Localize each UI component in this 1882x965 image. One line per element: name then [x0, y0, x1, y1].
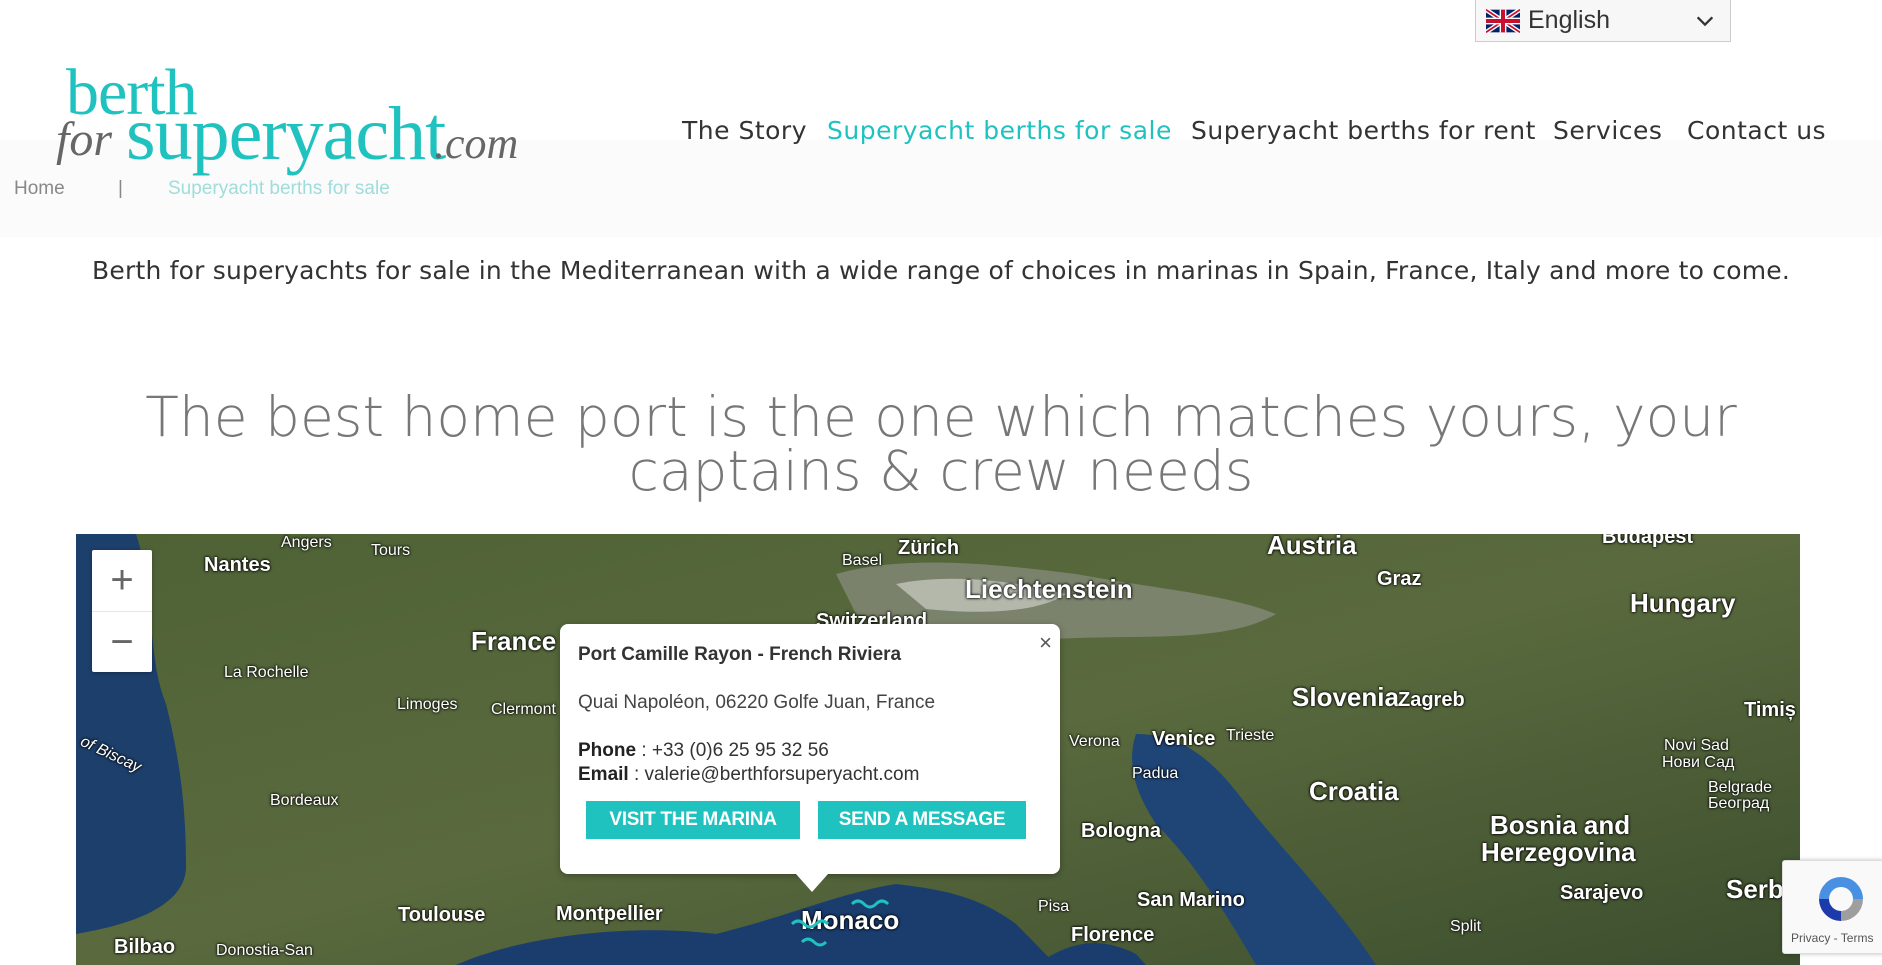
map-label-montpellier: Montpellier	[556, 903, 663, 925]
chevron-down-icon	[1696, 16, 1714, 27]
map-label-budapest: Budapest	[1602, 534, 1694, 548]
marina-marker-icon[interactable]	[782, 884, 922, 954]
map-label-la-rochelle: La Rochelle	[224, 664, 309, 681]
map-label-verona: Verona	[1069, 733, 1120, 750]
map-label-zagreb: Zagreb	[1398, 689, 1465, 711]
popup-title: Port Camille Rayon - French Riviera	[578, 644, 902, 665]
map-label-croatia: Croatia	[1309, 776, 1399, 806]
map-label-serb: Serb	[1726, 874, 1784, 904]
map-label-trieste: Trieste	[1226, 727, 1275, 744]
phone-value: : +33 (0)6 25 95 32 56	[636, 740, 829, 761]
popup-email: Email : valerie@berthforsuperyacht.com	[578, 764, 919, 786]
popup-address: Quai Napoléon, 06220 Golfe Juan, France	[578, 692, 936, 713]
map-label-nantes: Nantes	[204, 554, 271, 576]
map-label-zurich: Zürich	[898, 537, 960, 559]
email-value: : valerie@berthforsuperyacht.com	[628, 764, 920, 785]
map-label-donostia: Donostia-San	[216, 942, 313, 959]
map-label-herzegovina: Herzegovina	[1481, 837, 1636, 867]
logo-com: .com	[434, 119, 519, 168]
breadcrumb-current: Superyacht berths for sale	[168, 178, 390, 199]
uk-flag-icon	[1486, 8, 1520, 33]
map-label-novi-sad: Novi Sad	[1664, 737, 1729, 754]
map-label-austria: Austria	[1267, 534, 1357, 560]
map-label-pisa: Pisa	[1038, 898, 1070, 915]
phone-label: Phone	[578, 740, 637, 761]
logo-for: for	[56, 113, 113, 166]
nav-item-berths-for-rent[interactable]: Superyacht berths for rent	[1191, 116, 1536, 145]
map-label-padua: Padua	[1132, 765, 1179, 782]
zoom-in-button[interactable]: +	[92, 550, 152, 612]
close-icon[interactable]: ×	[1039, 630, 1052, 656]
map-label-liechtenstein: Liechtenstein	[965, 574, 1133, 604]
map-label-basel: Basel	[842, 552, 883, 569]
map-label-france: France	[471, 626, 557, 656]
zoom-out-button[interactable]: −	[92, 612, 152, 673]
map-label-venice: Venice	[1152, 728, 1216, 750]
map-label-bologna: Bologna	[1081, 820, 1161, 842]
language-selector[interactable]: English	[1475, 0, 1731, 42]
map-label-sarajevo: Sarajevo	[1560, 882, 1644, 904]
map-label-belgrade-cyrillic: Београд	[1708, 795, 1770, 812]
map-label-timis: Timiș	[1744, 699, 1796, 721]
nav-item-services[interactable]: Services	[1553, 116, 1662, 145]
logo-superyacht: superyacht	[126, 92, 446, 176]
map-label-florence: Florence	[1071, 924, 1155, 946]
map-label-clermont: Clermont	[491, 701, 556, 718]
map-label-hungary: Hungary	[1630, 588, 1736, 618]
nav-item-contact-us[interactable]: Contact us	[1687, 116, 1826, 145]
send-message-button[interactable]: SEND A MESSAGE	[818, 801, 1026, 839]
map-label-bilbao: Bilbao	[114, 936, 176, 958]
map-label-graz: Graz	[1377, 568, 1422, 590]
map-label-tours: Tours	[371, 542, 411, 559]
map-label-limoges: Limoges	[397, 696, 458, 713]
breadcrumb-home[interactable]: Home	[14, 178, 65, 199]
map-label-slovenia: Slovenia	[1292, 682, 1399, 712]
site-logo[interactable]: berth for superyacht .com	[56, 60, 536, 180]
map-label-split: Split	[1450, 918, 1482, 935]
popup-phone: Phone : +33 (0)6 25 95 32 56	[578, 740, 829, 762]
marina-info-popup: × Port Camille Rayon - French Riviera Qu…	[560, 624, 1060, 892]
visit-marina-button[interactable]: VISIT THE MARINA	[586, 801, 800, 839]
recaptcha-text[interactable]: Privacy - Terms	[1791, 931, 1873, 945]
map-label-san-marino: San Marino	[1137, 889, 1245, 911]
map-label-angers: Angers	[281, 534, 332, 551]
recaptcha-badge[interactable]: Privacy - Terms	[1782, 860, 1882, 954]
nav-item-berths-for-sale[interactable]: Superyacht berths for sale	[827, 116, 1172, 145]
map-label-toulouse: Toulouse	[398, 904, 486, 926]
map-label-bordeaux: Bordeaux	[270, 792, 339, 809]
page-headline: The best home port is the one which matc…	[145, 385, 1737, 503]
marina-map[interactable]: Angers Tours Nantes La Rochelle France L…	[76, 534, 1800, 965]
map-label-novi-sad-cyrillic: Нови Сад	[1662, 754, 1735, 771]
nav-item-the-story[interactable]: The Story	[682, 116, 807, 145]
map-zoom-control: + −	[92, 550, 152, 672]
email-label: Email	[578, 764, 629, 785]
intro-text: Berth for superyachts for sale in the Me…	[92, 256, 1790, 285]
breadcrumb-separator: |	[118, 178, 123, 199]
recaptcha-icon	[1819, 877, 1863, 921]
breadcrumb: Home | Superyacht berths for sale	[14, 178, 390, 200]
language-label: English	[1528, 6, 1610, 34]
